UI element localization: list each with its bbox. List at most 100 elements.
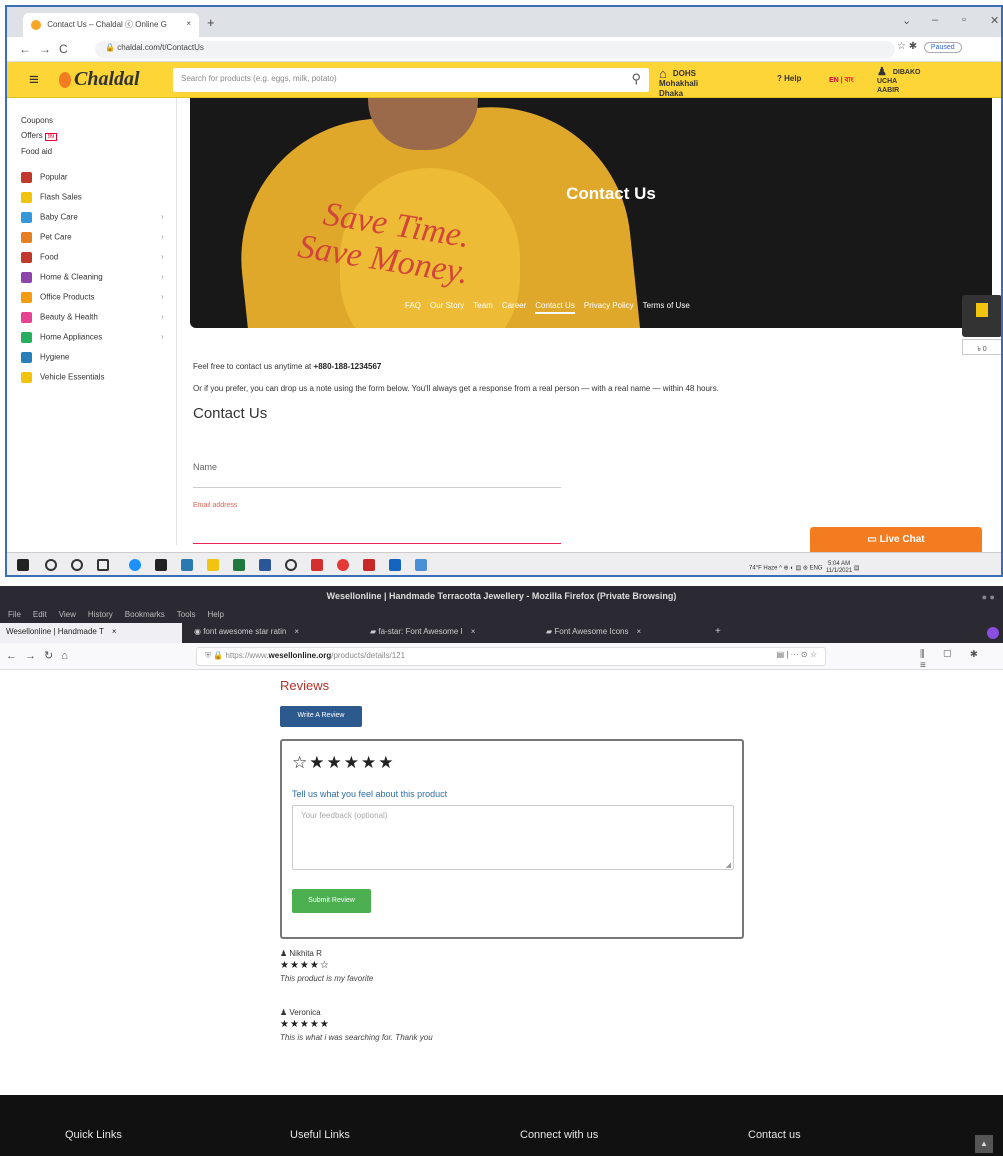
tab-close-icon[interactable]: ×: [112, 627, 117, 636]
write-review-button[interactable]: Write A Review: [280, 706, 362, 727]
new-tab-button[interactable]: +: [207, 15, 215, 30]
hamburger-menu-icon[interactable]: ≡: [29, 70, 39, 90]
chaldal-header: ≡ Chaldal Search for products (e.g. eggs…: [7, 62, 1001, 98]
about-nav-link[interactable]: Terms of Use: [643, 301, 690, 310]
category-item[interactable]: Home Appliances ›: [21, 332, 176, 352]
cart-total[interactable]: ৳ 0: [962, 339, 1001, 355]
notification-icon[interactable]: ▤: [854, 566, 860, 572]
language-toggle[interactable]: EN | বাং: [829, 74, 854, 86]
nav-buttons[interactable]: ←→↻⌂: [6, 649, 76, 662]
about-nav-link[interactable]: Team: [473, 301, 493, 310]
category-icon: [21, 212, 32, 223]
minimize-icon[interactable]: –: [932, 14, 938, 26]
tab-chaldal[interactable]: Contact Us – Chaldal ⓒ Online G ×: [23, 13, 199, 37]
menu-item[interactable]: File: [8, 610, 21, 619]
search-input[interactable]: Search for products (e.g. eggs, milk, po…: [173, 68, 649, 92]
acrobat-icon[interactable]: [311, 559, 323, 571]
email-field[interactable]: Email address: [193, 502, 237, 509]
url-bar[interactable]: ⛨ 🔒 https://www.wesellonline.org/product…: [196, 647, 826, 666]
footer-quick-links[interactable]: Quick Links: [65, 1129, 122, 1141]
store-icon[interactable]: [155, 559, 167, 571]
tab-star-rating[interactable]: ◉ font awesome star ratin ×: [188, 623, 358, 643]
about-nav-link[interactable]: Career: [502, 301, 526, 310]
category-item[interactable]: Pet Care ›: [21, 232, 176, 252]
category-icon: [21, 252, 32, 263]
chrome-taskbar-icon[interactable]: [337, 559, 349, 571]
about-nav-link[interactable]: FAQ: [405, 301, 421, 310]
profile-paused-button[interactable]: Paused: [923, 42, 962, 53]
phone-link[interactable]: +880-188-1234567: [314, 362, 382, 371]
feedback-textarea[interactable]: Your feedback (optional) ◢: [292, 805, 734, 870]
menu-item[interactable]: Edit: [33, 610, 47, 619]
menu-item[interactable]: History: [88, 610, 113, 619]
category-item[interactable]: Vehicle Essentials: [21, 372, 176, 392]
menu-item[interactable]: Tools: [177, 610, 196, 619]
tab-close-icon[interactable]: ×: [186, 19, 191, 28]
new-tab-button[interactable]: +: [715, 626, 721, 637]
category-item[interactable]: Food ›: [21, 252, 176, 272]
category-icon: [21, 172, 32, 183]
edge-icon[interactable]: [129, 559, 141, 571]
footer-useful-links[interactable]: Useful Links: [290, 1129, 350, 1141]
name-field[interactable]: Name: [193, 458, 561, 488]
tab-search-icon[interactable]: ⌄: [902, 14, 911, 27]
photos-icon[interactable]: [389, 559, 401, 571]
contact-hero-banner: Save Time. Save Money. Contact Us FAQ Our …: [190, 98, 992, 328]
menu-item[interactable]: Bookmarks: [125, 610, 165, 619]
cart-widget[interactable]: [962, 295, 1001, 337]
menu-item[interactable]: View: [59, 610, 76, 619]
about-nav-link[interactable]: Our Story: [430, 301, 464, 310]
category-item[interactable]: Office Products ›: [21, 292, 176, 312]
footer-contact[interactable]: Contact us: [748, 1129, 801, 1141]
task-view-icon[interactable]: [97, 559, 109, 571]
star-rating-input[interactable]: ☆★★★★★: [292, 753, 395, 773]
user-menu[interactable]: ♟ DIBAKO UCHA AABIR: [877, 67, 927, 95]
teams-icon[interactable]: [415, 559, 427, 571]
tab-fa-icons[interactable]: ▰ Font Awesome Icons ×: [540, 623, 710, 643]
about-nav-link[interactable]: Contact Us: [535, 301, 575, 314]
help-link[interactable]: ? Help: [777, 74, 801, 83]
maximize-icon[interactable]: ▫: [962, 14, 966, 26]
category-item[interactable]: Beauty & Health ›: [21, 312, 176, 332]
windows-start-icon[interactable]: [17, 559, 29, 571]
explorer-icon[interactable]: [207, 559, 219, 571]
footer-connect[interactable]: Connect with us: [520, 1129, 598, 1141]
menu-item[interactable]: Help: [207, 610, 223, 619]
shield-icon: ⛨ 🔒: [205, 651, 226, 660]
sidebar-link-coupons[interactable]: Coupons: [21, 116, 176, 125]
category-item[interactable]: Hygiene: [21, 352, 176, 372]
word-icon[interactable]: [259, 559, 271, 571]
sidebar-link-offers[interactable]: Offers 99: [21, 131, 176, 141]
sidebar-link-food-aid[interactable]: Food aid: [21, 147, 176, 156]
live-chat-button[interactable]: ▭ Live Chat: [810, 527, 982, 554]
category-item[interactable]: Baby Care ›: [21, 212, 176, 232]
toolbar-right-icons[interactable]: ⫼ ▢ ✱ ≡: [920, 649, 1003, 671]
category-item[interactable]: Popular: [21, 172, 176, 192]
chaldal-logo[interactable]: Chaldal: [59, 68, 140, 91]
about-nav-link[interactable]: Privacy Policy: [584, 301, 634, 310]
media-icon[interactable]: [285, 559, 297, 571]
category-item[interactable]: Home & Cleaning ›: [21, 272, 176, 292]
window-close-icon[interactable]: ✕: [990, 14, 999, 27]
nav-buttons[interactable]: ←→C: [19, 42, 76, 56]
excel-icon[interactable]: [233, 559, 245, 571]
url-actions[interactable]: ▤ | ··· ⊙ ☆: [777, 650, 817, 659]
submit-review-button[interactable]: Submit Review: [292, 889, 371, 913]
mail-icon[interactable]: [181, 559, 193, 571]
resize-handle-icon[interactable]: ◢: [726, 861, 731, 869]
review-comment: This product is my favorite: [280, 974, 374, 983]
cortana-icon[interactable]: [71, 559, 83, 571]
omnibox[interactable]: 🔒 chaldal.com/t/ContactUs: [95, 41, 895, 58]
tab-wesellonline[interactable]: Wesellonline | Handmade T ×: [0, 623, 182, 643]
window-controls-icon[interactable]: ● ●: [982, 592, 995, 602]
scroll-top-button[interactable]: ▲: [975, 1135, 993, 1153]
search-icon[interactable]: ⚲: [631, 71, 641, 87]
review-item: ♟ Veronica ★★★★★ This is what i was sear…: [280, 1008, 433, 1042]
private-browsing-icon: [987, 627, 999, 639]
location-selector[interactable]: ⌂ DOHS Mohakhali Dhaka: [659, 67, 723, 99]
tab-fa-star[interactable]: ▰ fa-star: Font Awesome I ×: [364, 623, 534, 643]
powerpoint-icon[interactable]: [363, 559, 375, 571]
clock[interactable]: 5:04 AM 11/1/2021: [826, 561, 852, 575]
search-taskbar-icon[interactable]: [45, 559, 57, 571]
category-item[interactable]: Flash Sales: [21, 192, 176, 212]
